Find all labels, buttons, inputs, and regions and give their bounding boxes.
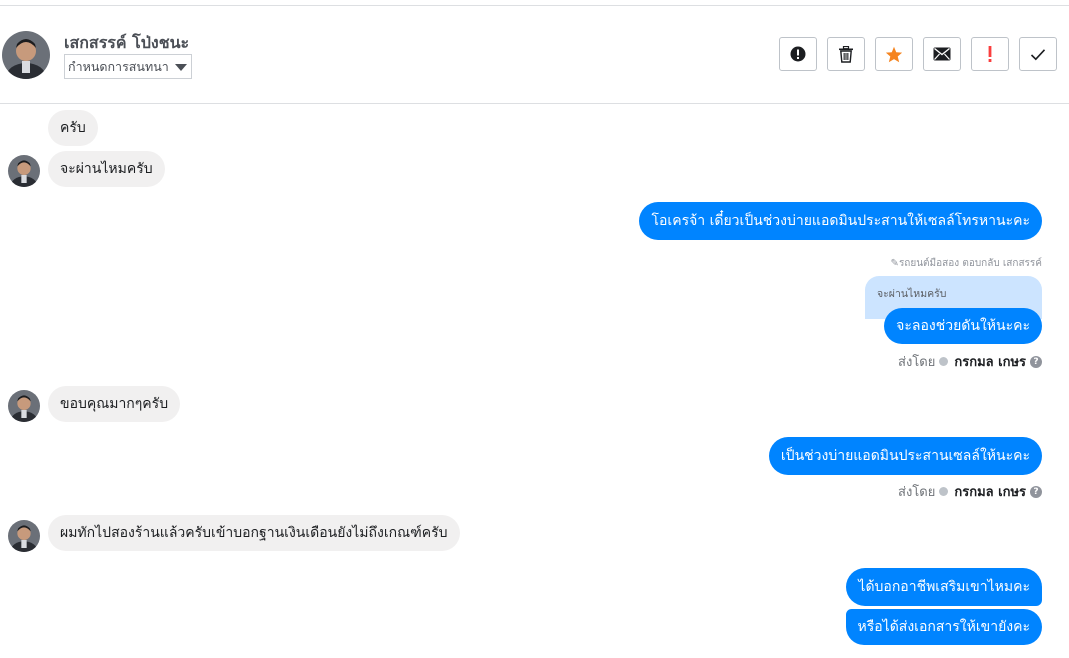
outgoing-message: เป็นช่วงบ่ายแอดมินประสานเซลล์ให้นะคะ	[768, 437, 1042, 475]
contact-avatar[interactable]	[2, 31, 50, 79]
conversation-header: เสกสรรค์ โป่งชนะ กำหนดการสนทนา	[0, 6, 1069, 104]
help-icon[interactable]: ?	[1030, 485, 1042, 498]
sender-avatar	[8, 520, 40, 552]
delete-button[interactable]	[827, 37, 865, 71]
envelope-icon	[933, 47, 951, 61]
mark-unread-button[interactable]	[923, 37, 961, 71]
incoming-message: ผมทักไปสองร้านแล้วครับเข้าบอกฐานเงินเดือ…	[48, 515, 460, 551]
sent-by-name[interactable]: กรกมล เกษร	[954, 351, 1026, 372]
outgoing-message: ได้บอกอาชีพเสริมเขาไหมคะ	[846, 568, 1042, 606]
star-icon	[885, 46, 903, 62]
sender-avatar	[8, 155, 40, 187]
trash-icon	[839, 45, 853, 63]
mark-spam-button[interactable]	[779, 37, 817, 71]
caret-down-icon	[174, 64, 187, 71]
sent-by-line: ส่งโดย กรกมล เกษร ?	[898, 351, 1042, 372]
incoming-message: ครับ	[48, 110, 98, 146]
mark-important-button[interactable]	[971, 37, 1009, 71]
incoming-message: จะผ่านไหมครับ	[48, 151, 165, 187]
incoming-message: ขอบคุณมากๆครับ	[48, 386, 181, 422]
assign-conversation-label: กำหนดการสนทนา	[68, 58, 169, 74]
star-button[interactable]	[875, 37, 913, 71]
outgoing-message: โอเครจ้า เดี๋ยวเป็นช่วงบ่ายแอดมินประสานใ…	[639, 202, 1042, 240]
contact-name: เสกสรรค์ โป่งชนะ	[64, 33, 190, 52]
reply-context: ✎รถยนต์มือสอง ตอบกลับ เสกสรรค์	[890, 258, 1042, 269]
sent-by-prefix: ส่งโดย	[898, 485, 936, 500]
reply-context-text: รถยนต์มือสอง ตอบกลับ เสกสรรค์	[898, 258, 1042, 269]
assign-conversation-dropdown[interactable]: กำหนดการสนทนา	[64, 54, 192, 79]
check-icon	[1030, 48, 1046, 60]
sent-check-icon	[939, 487, 949, 496]
outgoing-message: หรือได้ส่งเอกสารให้เขายังคะ	[845, 609, 1042, 645]
header-actions	[769, 37, 1057, 71]
exclamation-icon	[988, 46, 992, 62]
mark-done-button[interactable]	[1019, 37, 1057, 71]
help-icon[interactable]: ?	[1030, 355, 1042, 368]
sent-check-icon	[939, 357, 949, 366]
sender-avatar	[8, 390, 40, 422]
spam-icon	[790, 46, 806, 62]
sent-by-line: ส่งโดย กรกมล เกษร ?	[898, 481, 1042, 502]
outgoing-message: จะลองช่วยดันให้นะคะ	[884, 308, 1042, 344]
sent-by-name[interactable]: กรกมล เกษร	[954, 481, 1026, 502]
sent-by-prefix: ส่งโดย	[898, 355, 936, 370]
